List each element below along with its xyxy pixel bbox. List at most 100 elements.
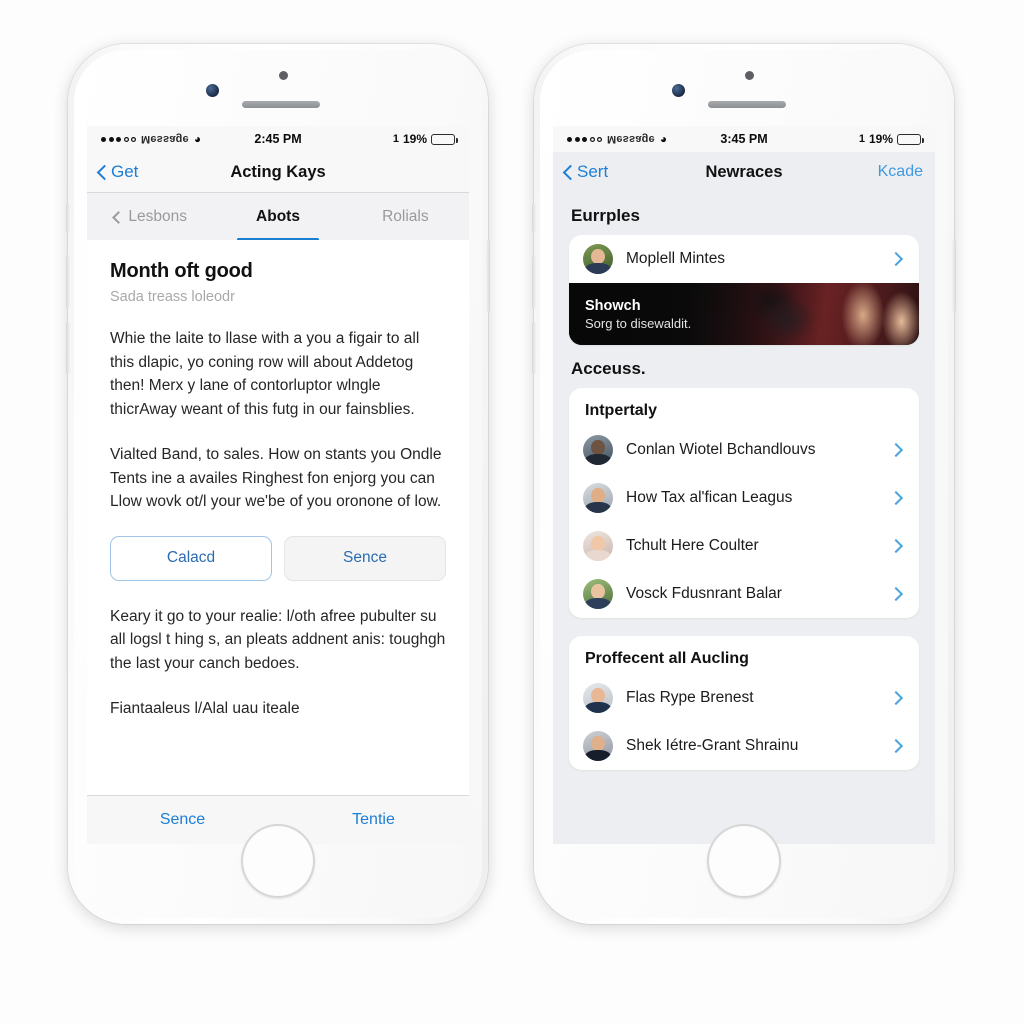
screen-right: Меѕѕаgе ◕ 3:45 PM 1 19% Sert Newraces Kc… bbox=[553, 126, 935, 844]
banner-overlay bbox=[569, 283, 919, 345]
chevron-right-icon bbox=[888, 538, 904, 554]
battery-percent-label: 19% bbox=[402, 132, 427, 146]
toolbar-tentie-button[interactable]: Tentie bbox=[278, 811, 469, 829]
charging-bolt-icon: 1 bbox=[392, 133, 399, 145]
list-item-label: Conlan Wiotel Bchandlouvs bbox=[626, 441, 816, 458]
list-item[interactable]: Tchult Here Coulter bbox=[569, 522, 919, 570]
list-item[interactable]: Moplell Mintes bbox=[569, 235, 919, 283]
chevron-right-icon bbox=[888, 490, 904, 506]
article-subtitle: Sada treass loleodr bbox=[110, 289, 235, 305]
front-camera-icon bbox=[206, 84, 219, 97]
chevron-left-icon bbox=[96, 164, 113, 180]
battery-icon bbox=[431, 133, 458, 145]
back-button-label: Sert bbox=[577, 162, 609, 181]
section-header-acceuss: Acceuss. bbox=[571, 359, 646, 378]
card-title: Proffecent all Aucling bbox=[585, 650, 749, 667]
tab-lesbons[interactable]: Lesbons bbox=[87, 193, 214, 241]
card-eurrples: Moplell Mintes Showch Sorg to disewaldit… bbox=[569, 235, 919, 345]
tab-rolials[interactable]: Rolials bbox=[342, 193, 469, 241]
chevron-right-icon bbox=[888, 251, 904, 267]
screen-left: Меѕѕаgе ◕ 2:45 PM 1 19% Get Acting Kays bbox=[87, 126, 469, 844]
volume-up-button[interactable] bbox=[66, 256, 70, 308]
chevron-left-icon bbox=[112, 210, 126, 224]
chevron-right-icon bbox=[888, 690, 904, 706]
power-button[interactable] bbox=[952, 240, 956, 312]
list-item-label: Flas Rype Brenest bbox=[626, 689, 754, 706]
status-clock: 2:45 PM bbox=[254, 132, 302, 146]
chevron-right-icon bbox=[888, 586, 904, 602]
toolbar-sence-button[interactable]: Sence bbox=[87, 811, 278, 829]
article-paragraph-1: Whie the laite to llase with a you a fig… bbox=[110, 330, 420, 418]
back-button[interactable]: Sert bbox=[562, 162, 609, 182]
sence-button[interactable]: Sence bbox=[284, 535, 446, 581]
avatar bbox=[583, 483, 613, 513]
signal-strength-icon bbox=[101, 136, 136, 142]
silent-switch[interactable] bbox=[532, 204, 536, 232]
banner-subtitle: Sorg to disewaldit. bbox=[585, 315, 692, 331]
tab-label: Rolials bbox=[382, 208, 429, 225]
tab-bar: Lesbons Abots Rolials bbox=[87, 193, 469, 242]
article-paragraph-3: Keary it go to your realie: l/oth afree … bbox=[110, 607, 446, 672]
list-item-label: How Tax al'fican Leagus bbox=[626, 489, 793, 506]
banner-title: Showch bbox=[585, 297, 641, 314]
list-item-label: Tchult Here Coulter bbox=[626, 537, 759, 554]
phone-device-left: Меѕѕаgе ◕ 2:45 PM 1 19% Get Acting Kays bbox=[66, 44, 490, 924]
content-scroll-area[interactable]: Eurrples Moplell Mintes Showch Sorg to d… bbox=[553, 192, 935, 844]
list-item[interactable]: How Tax al'fican Leagus bbox=[569, 474, 919, 522]
avatar bbox=[583, 683, 613, 713]
tab-abots[interactable]: Abots bbox=[214, 193, 341, 241]
wifi-icon: ◕ bbox=[193, 132, 202, 146]
status-right-group: 1 19% bbox=[768, 132, 924, 146]
section-header-eurrples: Eurrples bbox=[571, 206, 640, 225]
list-item[interactable]: Conlan Wiotel Bchandlouvs bbox=[569, 426, 919, 474]
avatar bbox=[583, 435, 613, 465]
card-title: Intpertaly bbox=[585, 402, 658, 419]
dual-phone-mockup: Меѕѕаgе ◕ 2:45 PM 1 19% Get Acting Kays bbox=[0, 0, 1024, 1024]
action-button-row: Calacd Sence bbox=[110, 535, 446, 581]
phone-device-right: Меѕѕаgе ◕ 3:45 PM 1 19% Sert Newraces Kc… bbox=[532, 44, 956, 924]
avatar bbox=[583, 731, 613, 761]
back-button[interactable]: Get bbox=[96, 162, 138, 182]
chevron-right-icon bbox=[888, 738, 904, 754]
home-button[interactable] bbox=[241, 824, 315, 898]
wifi-icon: ◕ bbox=[659, 132, 668, 146]
silent-switch[interactable] bbox=[66, 204, 70, 232]
volume-up-button[interactable] bbox=[532, 256, 536, 308]
nav-bar-right: Sert Newraces Kcade bbox=[553, 152, 935, 193]
charging-bolt-icon: 1 bbox=[858, 133, 865, 145]
card-intpertaly: Intpertaly Conlan Wiotel Bchandlouvs How… bbox=[569, 388, 919, 618]
avatar bbox=[583, 531, 613, 561]
avatar bbox=[583, 244, 613, 274]
kcade-action-button[interactable]: Kcade bbox=[878, 163, 923, 181]
list-item-label: Shek Iétre-Grant Shrainu bbox=[626, 737, 799, 754]
status-right-group: 1 19% bbox=[302, 132, 458, 146]
article-title: Month oft good bbox=[110, 260, 253, 282]
status-left-group: Меѕѕаgе ◕ bbox=[567, 133, 720, 145]
status-bar-right: Меѕѕаgе ◕ 3:45 PM 1 19% bbox=[553, 126, 935, 152]
nav-bar-left: Get Acting Kays bbox=[87, 152, 469, 193]
home-button[interactable] bbox=[707, 824, 781, 898]
carrier-label: Меѕѕаgе bbox=[607, 133, 655, 145]
volume-down-button[interactable] bbox=[532, 322, 536, 374]
proximity-sensor-icon bbox=[745, 71, 754, 80]
status-left-group: Меѕѕаgе ◕ bbox=[101, 133, 254, 145]
promo-banner[interactable]: Showch Sorg to disewaldit. bbox=[569, 283, 919, 345]
card-proffecent: Proffecent all Aucling Flas Rype Brenest bbox=[569, 636, 919, 770]
list-item[interactable]: Shek Iétre-Grant Shrainu bbox=[569, 722, 919, 770]
signal-strength-icon bbox=[567, 136, 602, 142]
article-body: Month oft good Sada treass loleodr Whie … bbox=[87, 240, 469, 796]
calacd-button[interactable]: Calacd bbox=[110, 535, 272, 581]
battery-percent-label: 19% bbox=[868, 132, 893, 146]
list-item[interactable]: Flas Rype Brenest bbox=[569, 674, 919, 722]
list-item[interactable]: Vosck Fdusnrant Balar bbox=[569, 570, 919, 618]
tab-label: Lesbons bbox=[128, 208, 187, 225]
earpiece-speaker bbox=[242, 101, 320, 108]
carrier-label: Меѕѕаgе bbox=[141, 133, 189, 145]
earpiece-speaker bbox=[708, 101, 786, 108]
list-item-label: Moplell Mintes bbox=[626, 250, 726, 267]
status-bar-left: Меѕѕаgе ◕ 2:45 PM 1 19% bbox=[87, 126, 469, 152]
battery-icon bbox=[897, 133, 924, 145]
power-button[interactable] bbox=[486, 240, 490, 312]
volume-down-button[interactable] bbox=[66, 322, 70, 374]
tab-label: Abots bbox=[256, 208, 300, 225]
